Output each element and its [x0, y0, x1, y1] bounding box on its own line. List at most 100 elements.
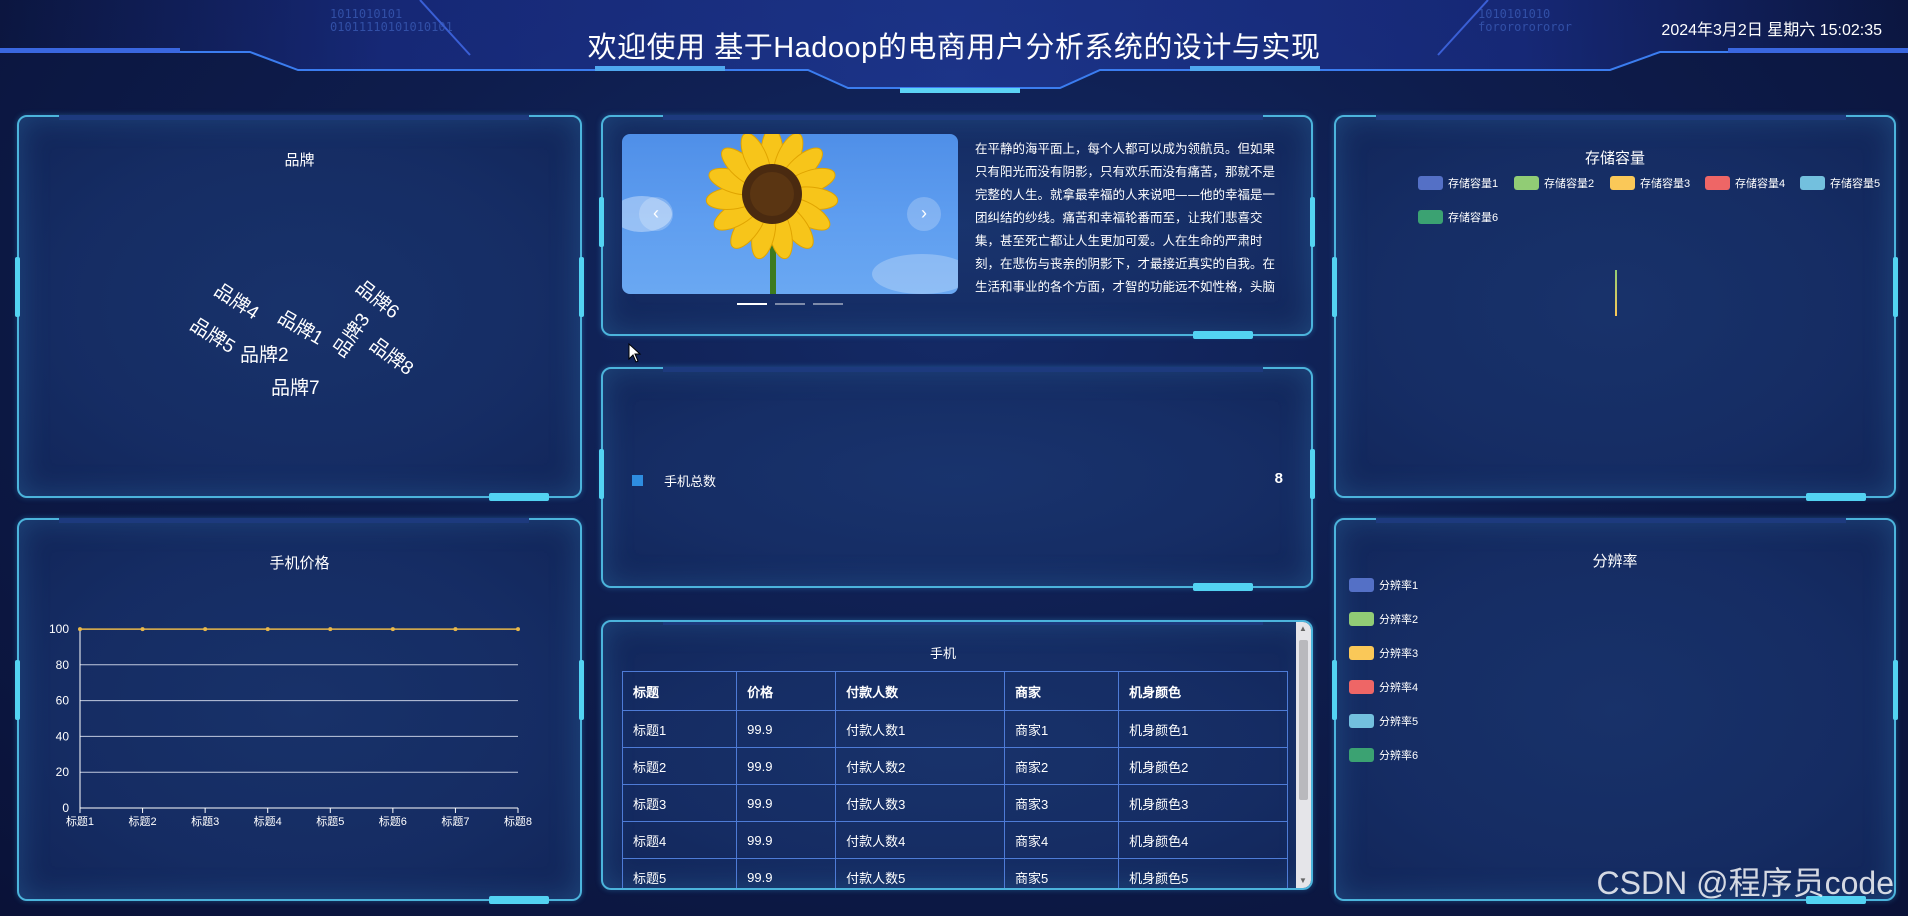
y-tick-label: 20 — [56, 765, 70, 779]
phone-total-panel: 手机总数 8 — [599, 367, 1315, 591]
x-tick-label: 标题6 — [379, 814, 407, 828]
x-tick-label: 标题8 — [504, 814, 532, 828]
carousel-slide-image[interactable]: ‹ › — [622, 134, 958, 294]
brand-panel: 品牌 品牌4 品牌6 品牌1 品牌3 品牌5 品牌2 品牌8 品牌7 — [15, 115, 584, 501]
storage-panel-title: 存储容量 — [1584, 150, 1645, 167]
table-header-row: 标题 价格 付款人数 商家 机身颜色 — [621, 671, 1288, 711]
legend-resolution-2[interactable]: 分辨率2 — [1349, 611, 1418, 627]
word-brand-5: 品牌5 — [186, 314, 239, 358]
intro-paragraph: 在平静的海平面上，每个人都可以成为领航员。但如果只有阳光而没有阴影，只有欢乐而没… — [975, 141, 1276, 294]
table-row[interactable]: 标题1 99.9 付款人数1 商家1 机身颜色1 — [621, 710, 1288, 748]
carousel-panel: ‹ › 在平静的海平面上，每个人都可以成为领航员。但如果只有阳光而没有阴影，只有… — [599, 115, 1315, 339]
legend-storage-1[interactable]: 存储容量1 — [1418, 175, 1498, 191]
legend-resolution-5[interactable]: 分辨率5 — [1349, 713, 1418, 729]
table-cell: 99.9 — [736, 858, 837, 888]
column-header: 价格 — [736, 671, 837, 711]
table-cell: 商家5 — [1003, 858, 1120, 888]
table-cell: 商家4 — [1003, 821, 1120, 859]
legend-storage-5[interactable]: 存储容量5 — [1800, 175, 1880, 191]
watermark-text: CSDN @程序员code — [1596, 865, 1894, 901]
x-tick-label: 标题3 — [191, 814, 219, 828]
resolution-panel-title: 分辨率 — [1592, 553, 1638, 570]
price-point — [328, 627, 333, 632]
table-row[interactable]: 标题5 99.9 付款人数5 商家5 机身颜色5 — [621, 858, 1288, 888]
y-tick-label: 100 — [49, 622, 69, 636]
table-cell: 付款人数5 — [835, 858, 1005, 888]
table-cell: 机身颜色3 — [1118, 784, 1288, 822]
table-row[interactable]: 标题4 99.9 付款人数4 商家4 机身颜色4 — [621, 821, 1288, 859]
table-row[interactable]: 标题2 99.9 付款人数2 商家2 机身颜色2 — [621, 747, 1288, 785]
column-header: 商家 — [1003, 671, 1120, 711]
table-cell: 付款人数2 — [835, 747, 1005, 785]
table-cell: 商家2 — [1003, 747, 1120, 785]
table-cell: 机身颜色5 — [1118, 858, 1288, 888]
column-header: 付款人数 — [835, 671, 1005, 711]
carousel-indicator-3[interactable] — [813, 303, 843, 305]
table-cell: 99.9 — [736, 784, 837, 822]
header: 1011010101 01011110101010101 1010101010 … — [0, 0, 1908, 95]
table-cell: 标题3 — [621, 784, 738, 822]
column-header: 标题 — [621, 671, 738, 711]
table-row[interactable]: 标题3 99.9 付款人数3 商家3 机身颜色3 — [621, 784, 1288, 822]
carousel-indicator-2[interactable] — [775, 303, 805, 305]
table-cell: 标题2 — [621, 747, 738, 785]
phone-total-value: 8 — [1274, 470, 1283, 487]
x-tick-label: 标题1 — [66, 814, 94, 828]
word-brand-4: 品牌4 — [210, 280, 263, 325]
legend-resolution-6[interactable]: 分辨率6 — [1349, 747, 1418, 763]
legend-resolution-3[interactable]: 分辨率3 — [1349, 645, 1418, 661]
word-brand-2: 品牌2 — [240, 345, 289, 366]
legend-storage-6[interactable]: 存储容量6 — [1418, 209, 1498, 225]
phone-table-panel[interactable]: 手机 标题 价格 付款人数 商家 机身颜色 标题1 99.9 付款人数1 商家1… — [601, 620, 1313, 890]
mouse-cursor-icon — [628, 343, 642, 363]
datetime-clock: 2024年3月2日 星期六 15:02:35 — [1661, 22, 1882, 39]
x-tick-label: 标题2 — [129, 814, 157, 828]
scroll-up-icon[interactable]: ▲ — [1299, 625, 1307, 633]
legend-storage-2[interactable]: 存储容量2 — [1514, 175, 1594, 191]
price-point — [516, 627, 520, 632]
y-tick-label: 60 — [56, 694, 70, 708]
phone-table: 标题 价格 付款人数 商家 机身颜色 标题1 99.9 付款人数1 商家1 机身… — [621, 671, 1288, 888]
x-tick-label: 标题4 — [254, 814, 282, 828]
price-point — [265, 627, 270, 632]
table-cell: 标题1 — [621, 710, 738, 748]
carousel-indicator-1[interactable] — [737, 303, 767, 305]
table-cell: 标题5 — [621, 858, 738, 888]
phone-total-label: 手机总数 — [664, 474, 717, 489]
table-cell: 99.9 — [736, 710, 837, 748]
phone-total-marker — [632, 475, 643, 486]
price-point — [140, 627, 145, 632]
legend-storage-3[interactable]: 存储容量3 — [1610, 175, 1690, 191]
legend-storage-4[interactable]: 存储容量4 — [1705, 175, 1785, 191]
legend-resolution-1[interactable]: 分辨率1 — [1349, 577, 1418, 593]
y-tick-label: 40 — [56, 729, 70, 743]
y-tick-label: 80 — [56, 658, 70, 672]
scrollbar-thumb[interactable] — [1299, 640, 1308, 800]
word-brand-7: 品牌7 — [271, 378, 320, 399]
table-scrollbar[interactable]: ▲ ▼ — [1296, 622, 1311, 888]
price-point — [453, 627, 458, 632]
table-cell: 付款人数3 — [835, 784, 1005, 822]
table-cell: 机身颜色2 — [1118, 747, 1288, 785]
table-cell: 标题4 — [621, 821, 738, 859]
table-cell: 99.9 — [736, 821, 837, 859]
legend-resolution-4[interactable]: 分辨率4 — [1349, 679, 1418, 695]
scroll-down-icon[interactable]: ▼ — [1299, 877, 1307, 885]
carousel-next-button[interactable]: › — [907, 197, 941, 231]
table-cell: 商家3 — [1003, 784, 1120, 822]
table-cell: 商家1 — [1003, 710, 1120, 748]
carousel-prev-button[interactable]: ‹ — [639, 197, 673, 231]
price-point — [390, 627, 395, 632]
column-header: 机身颜色 — [1118, 671, 1288, 711]
price-line-chart: 0 20 40 60 80 100 标题1 标题2 标题3 标题4 标题5 标题6 标题7 标题8 — [49, 622, 532, 828]
table-cell: 机身颜色1 — [1118, 710, 1288, 748]
table-cell: 付款人数1 — [835, 710, 1005, 748]
storage-chart-slice — [1615, 270, 1617, 316]
resolution-panel: 分辨率 分辨率1 分辨率2 分辨率3 分辨率4 分辨率5 分辨率6 — [1332, 518, 1898, 904]
storage-panel: 存储容量 存储容量1 存储容量2 存储容量3 存储容量4 存储容量5 存储容量6 — [1332, 115, 1898, 501]
price-point — [78, 627, 82, 632]
word-brand-8: 品牌8 — [365, 334, 417, 380]
table-cell: 付款人数4 — [835, 821, 1005, 859]
table-cell: 机身颜色4 — [1118, 821, 1288, 859]
x-tick-label: 标题7 — [441, 814, 469, 828]
